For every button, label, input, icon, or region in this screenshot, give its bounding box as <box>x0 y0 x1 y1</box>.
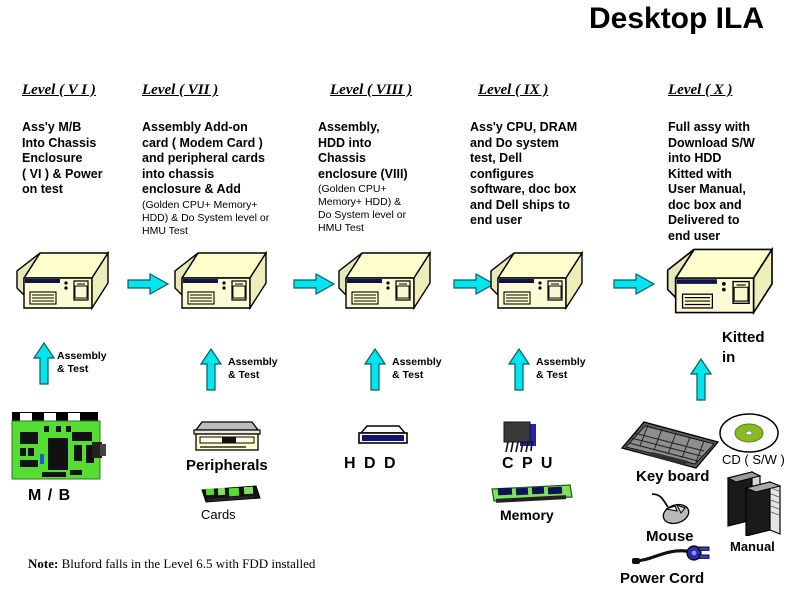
up-arrow-icon <box>200 348 222 391</box>
mouse-icon <box>648 490 698 531</box>
kitted-in-label: Kitted in <box>722 329 765 366</box>
cd-label: CD ( S/W ) <box>722 452 785 467</box>
footer-note-prefix: Note: <box>28 556 59 571</box>
level-header-vi: Level ( V I ) <box>22 82 96 98</box>
level-description-vii-body: Assembly Add-on card ( Modem Card ) and … <box>142 120 265 196</box>
assembly-arrow-2-label: Assembly & Test <box>228 356 278 381</box>
power-cord-label: Power Cord <box>620 570 705 587</box>
level-description-viii-sub: (Golden CPU+ Memory+ HDD) & Do System le… <box>318 183 407 234</box>
level-description-viii: Assembly, HDD into Chassis enclosure (VI… <box>318 120 458 235</box>
motherboard-icon <box>6 412 112 489</box>
level-header-vii: Level ( VII ) <box>142 82 219 98</box>
level-header-viii: Level ( VIII ) <box>330 82 413 98</box>
manual-label: Manual <box>730 539 775 554</box>
peripherals-icon <box>188 420 266 461</box>
assembly-arrow-1-label: Assembly & Test <box>57 350 107 375</box>
level-description-vi-body: Ass'y M/B Into Chassis Enclosure ( VI ) … <box>22 120 103 196</box>
chassis-icon <box>338 250 432 311</box>
up-arrow-icon <box>33 342 55 385</box>
chassis-level-viii <box>336 250 442 318</box>
hdd-label: H D D <box>344 455 398 472</box>
level-header-ix: Level ( IX ) <box>478 82 549 98</box>
chassis-icon <box>490 250 584 311</box>
assembly-arrow-3 <box>364 348 386 392</box>
chassis-icon <box>16 250 110 311</box>
chassis-icon <box>666 246 774 316</box>
chassis-level-vii <box>172 250 278 318</box>
manual-icon <box>724 470 786 541</box>
chassis-level-vi <box>14 250 120 318</box>
cards-label: Cards <box>201 507 236 522</box>
chassis-level-ix <box>488 250 594 318</box>
level-description-viii-body: Assembly, HDD into Chassis enclosure (VI… <box>318 120 408 181</box>
hdd-icon <box>355 424 411 453</box>
level-description-x: Full assy with Download S/W into HDD Kit… <box>668 120 798 244</box>
kitted-arrow <box>690 358 712 402</box>
level-description-vii: Assembly Add-on card ( Modem Card ) and … <box>142 120 317 238</box>
level-description-ix-body: Ass'y CPU, DRAM and Do system test, Dell… <box>470 120 578 227</box>
footer-note: Note: Bluford falls in the Level 6.5 wit… <box>28 556 315 572</box>
up-arrow-icon <box>508 348 530 391</box>
up-arrow-icon <box>364 348 386 391</box>
flow-arrow-2 <box>292 272 336 296</box>
keyboard-label: Key board <box>636 468 710 485</box>
flow-arrow-1 <box>126 272 170 296</box>
page-title: Desktop ILA <box>588 2 764 35</box>
motherboard-label: M / B <box>28 487 72 504</box>
level-description-vi: Ass'y M/B Into Chassis Enclosure ( VI ) … <box>22 120 142 198</box>
footer-note-text: Bluford falls in the Level 6.5 with FDD … <box>58 556 316 571</box>
flow-arrow-4 <box>612 272 656 296</box>
level-description-ix: Ass'y CPU, DRAM and Do system test, Dell… <box>470 120 610 229</box>
level-description-vii-sub: (Golden CPU+ Memory+ HDD) & Do System le… <box>142 198 270 237</box>
right-arrow-icon <box>293 272 336 296</box>
assembly-arrow-3-label: Assembly & Test <box>392 356 442 381</box>
chassis-icon <box>174 250 268 311</box>
level-header-x: Level ( X ) <box>668 82 733 98</box>
level-description-x-body: Full assy with Download S/W into HDD Kit… <box>668 120 755 243</box>
assembly-arrow-4-label: Assembly & Test <box>536 356 586 381</box>
peripherals-label: Peripherals <box>186 457 268 474</box>
chassis-level-x <box>664 246 786 324</box>
assembly-arrow-1 <box>33 342 55 386</box>
assembly-arrow-4 <box>508 348 530 392</box>
assembly-arrow-2 <box>200 348 222 392</box>
right-arrow-icon <box>127 272 170 296</box>
cpu-label: C P U <box>502 455 555 472</box>
up-arrow-icon <box>690 358 712 401</box>
memory-label: Memory <box>500 507 554 523</box>
right-arrow-icon <box>613 272 656 296</box>
